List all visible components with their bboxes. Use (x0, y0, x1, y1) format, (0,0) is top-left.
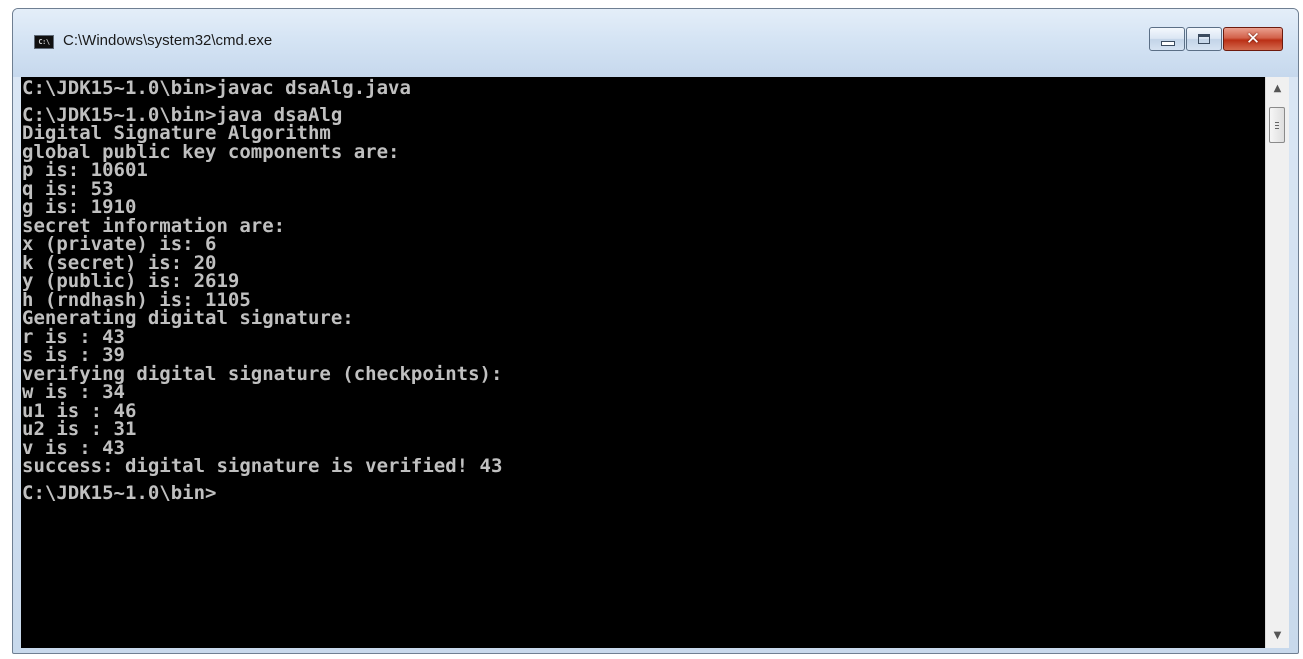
console-line: success: digital signature is verified! … (22, 455, 503, 477)
console-prompt[interactable]: C:\JDK15~1.0\bin> (22, 482, 216, 504)
vertical-scrollbar[interactable]: ▲ ▼ (1265, 77, 1289, 648)
window-title: C:\Windows\system32\cmd.exe (63, 32, 273, 49)
close-button[interactable]: ✕ (1223, 27, 1283, 51)
maximize-button[interactable] (1186, 27, 1222, 51)
minimize-icon (1161, 41, 1175, 46)
scroll-down-arrow-icon[interactable]: ▼ (1266, 626, 1289, 646)
console-area[interactable]: C:\JDK15~1.0\bin>javac dsaAlg.java C:\JD… (21, 77, 1265, 648)
cmd-window: C:\ C:\Windows\system32\cmd.exe ✕ C:\JDK… (12, 8, 1299, 654)
title-bar[interactable]: C:\ C:\Windows\system32\cmd.exe ✕ (13, 9, 1298, 77)
console-line: C:\JDK15~1.0\bin>javac dsaAlg.java (22, 77, 411, 99)
grip-icon (1275, 122, 1279, 123)
minimize-button[interactable] (1149, 27, 1185, 51)
scroll-thumb[interactable] (1269, 107, 1285, 143)
console-output: C:\JDK15~1.0\bin>javac dsaAlg.java C:\JD… (22, 77, 503, 504)
maximize-icon (1198, 34, 1210, 44)
close-icon: ✕ (1245, 29, 1261, 49)
cmd-app-icon[interactable]: C:\ (34, 35, 54, 49)
scroll-up-arrow-icon[interactable]: ▲ (1266, 79, 1289, 99)
